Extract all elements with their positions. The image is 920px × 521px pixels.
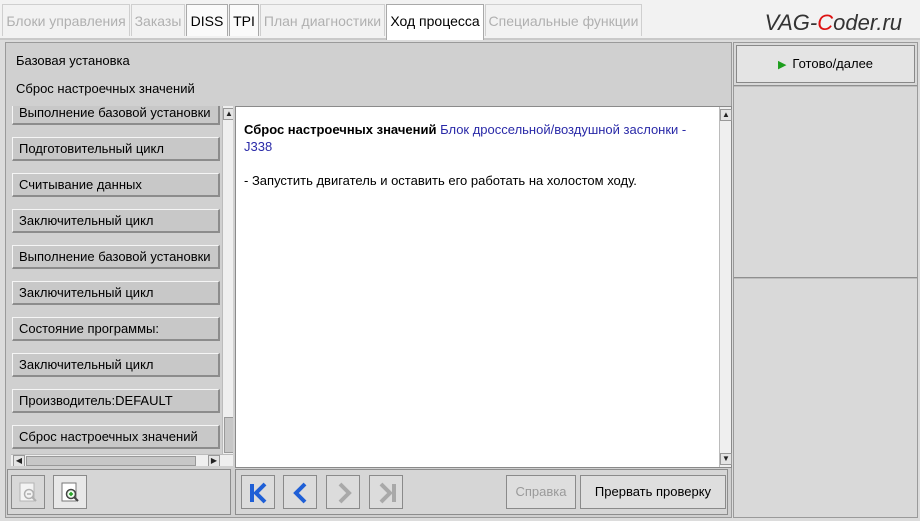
step-item[interactable]: Сброс настроечных значений bbox=[12, 425, 220, 449]
zoom-toolbar bbox=[7, 469, 231, 515]
step-item[interactable]: Подготовительный цикл bbox=[12, 137, 220, 161]
chevron-left-icon bbox=[293, 482, 307, 504]
main-panel: Базовая установка Сброс настроечных знач… bbox=[5, 42, 732, 518]
skip-to-last-icon bbox=[379, 482, 396, 504]
forward-button[interactable] bbox=[326, 475, 360, 509]
tab-special-functions[interactable]: Специальные функции bbox=[485, 4, 642, 36]
step-item[interactable]: Выполнение базовой установки bbox=[12, 245, 220, 269]
hscroll-thumb[interactable] bbox=[26, 456, 196, 466]
tab-diagnostic-plan[interactable]: План диагностики bbox=[260, 4, 385, 36]
tab-orders[interactable]: Заказы bbox=[131, 4, 185, 36]
watermark-logo: VAG-Coder.ru bbox=[764, 10, 902, 35]
header-title: Базовая установка bbox=[16, 53, 130, 68]
zoom-in-icon bbox=[61, 482, 79, 502]
tab-control-units[interactable]: Блоки управления bbox=[2, 4, 130, 36]
scroll-left-icon[interactable]: ◀ bbox=[13, 455, 25, 466]
tab-tpi[interactable]: TPI bbox=[229, 4, 259, 36]
instruction-text: - Запустить двигатель и оставить его раб… bbox=[244, 173, 637, 188]
step-item[interactable]: Состояние программы: bbox=[12, 317, 220, 341]
step-item[interactable]: Заключительный цикл bbox=[12, 281, 220, 305]
play-icon: ▶ bbox=[777, 59, 787, 71]
content-panel: Сброс настроечных значений Блок дроссель… bbox=[235, 106, 732, 468]
step-list: Выполнение базовой установки Подготовите… bbox=[9, 106, 233, 466]
last-step-button[interactable] bbox=[369, 475, 403, 509]
step-item[interactable]: Заключительный цикл bbox=[12, 353, 220, 377]
first-step-button[interactable] bbox=[241, 475, 275, 509]
step-list-vscrollbar[interactable]: ▲ bbox=[222, 106, 233, 454]
header-subtitle: Сброс настроечных значений bbox=[16, 81, 195, 96]
divider bbox=[734, 85, 917, 87]
scroll-up-icon[interactable]: ▲ bbox=[223, 108, 233, 120]
zoom-in-button[interactable] bbox=[53, 475, 87, 509]
ready-next-label: Готово/далее bbox=[792, 56, 874, 71]
navigation-toolbar: Справка Прервать проверку bbox=[235, 469, 728, 515]
content-title: Сброс настроечных значений bbox=[244, 122, 437, 137]
scroll-thumb[interactable] bbox=[224, 417, 233, 453]
content-vscrollbar[interactable]: ▲ ▼ bbox=[719, 107, 732, 467]
step-item[interactable]: Выполнение базовой установки bbox=[12, 106, 220, 125]
scroll-right-icon[interactable]: ▶ bbox=[208, 455, 220, 466]
tab-process[interactable]: Ход процесса bbox=[386, 4, 484, 40]
step-item[interactable]: Заключительный цикл bbox=[12, 209, 220, 233]
tab-bar: Блоки управления Заказы DISS TPI План ди… bbox=[0, 0, 920, 40]
skip-to-first-icon bbox=[250, 482, 267, 504]
zoom-out-icon bbox=[19, 482, 37, 502]
step-item[interactable]: Считывание данных bbox=[12, 173, 220, 197]
tab-diss[interactable]: DISS bbox=[186, 4, 228, 36]
step-list-hscrollbar[interactable]: ◀ ▶ bbox=[11, 454, 233, 466]
divider bbox=[734, 277, 917, 279]
scroll-up-icon[interactable]: ▲ bbox=[720, 109, 732, 121]
content-text: Сброс настроечных значений Блок дроссель… bbox=[244, 121, 714, 189]
zoom-out-button[interactable] bbox=[11, 475, 45, 509]
back-button[interactable] bbox=[283, 475, 317, 509]
abort-check-button[interactable]: Прервать проверку bbox=[580, 475, 726, 509]
chevron-right-icon bbox=[338, 482, 352, 504]
scroll-down-icon[interactable]: ▼ bbox=[720, 453, 732, 465]
ready-next-button[interactable]: ▶ Готово/далее bbox=[736, 45, 915, 83]
step-item[interactable]: Производитель:DEFAULT bbox=[12, 389, 220, 413]
help-button[interactable]: Справка bbox=[506, 475, 576, 509]
right-panel: ▶ Готово/далее bbox=[733, 42, 918, 518]
